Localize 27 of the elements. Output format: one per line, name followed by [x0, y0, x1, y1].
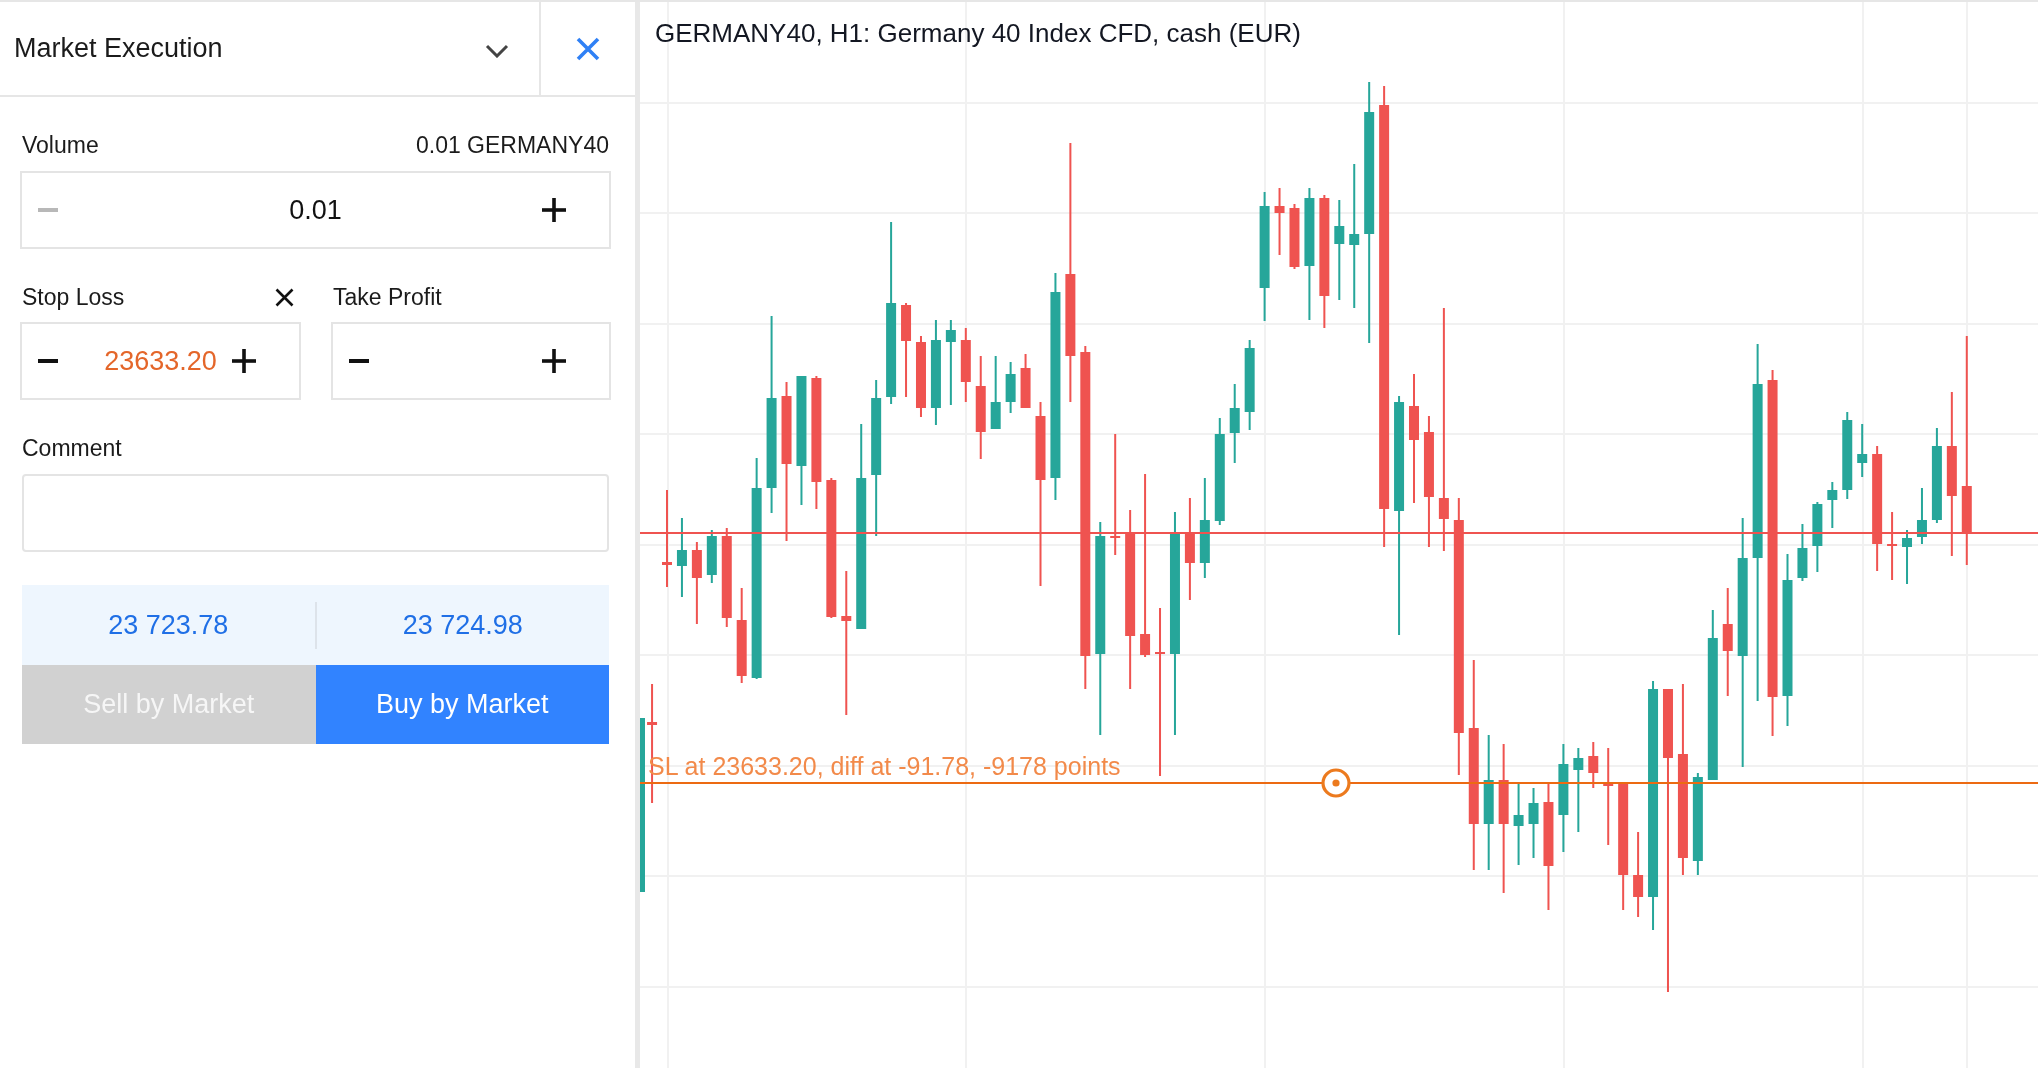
buy-price: 23 724.98 [402, 609, 523, 641]
comment-field[interactable] [22, 474, 609, 552]
take-profit-field[interactable] [331, 322, 611, 400]
close-icon [576, 36, 600, 61]
buy-button[interactable]: Buy by Market [315, 665, 609, 744]
chart-title: GERMANY40, H1: Germany 40 Index CFD, cash (EUR) [655, 17, 1301, 49]
plus-icon [542, 198, 566, 222]
minus-icon [38, 208, 58, 212]
volume-summary: 0.01 GERMANY40 [415, 131, 609, 159]
order-type-dropdown[interactable]: Market Execution [0, 2, 539, 95]
take-profit-label: Take Profit [333, 283, 442, 311]
volume-field[interactable]: 0.01 [20, 171, 611, 249]
close-icon[interactable] [275, 287, 294, 307]
minus-icon [349, 359, 369, 363]
increase-button[interactable] [540, 196, 568, 224]
comment-label: Comment [22, 434, 122, 462]
stop-loss-field[interactable]: 23633.20 [20, 322, 301, 400]
chevron-down-icon [485, 43, 509, 58]
volume-label: Volume [22, 131, 99, 159]
plus-icon [542, 349, 566, 373]
sell-price: 23 723.78 [108, 609, 229, 641]
increase-button[interactable] [230, 347, 258, 375]
increase-button[interactable] [540, 347, 568, 375]
minus-icon [38, 359, 58, 363]
stop-loss-label: Stop Loss [22, 283, 125, 311]
plus-icon [232, 349, 256, 373]
target-icon[interactable] [1321, 768, 1351, 798]
